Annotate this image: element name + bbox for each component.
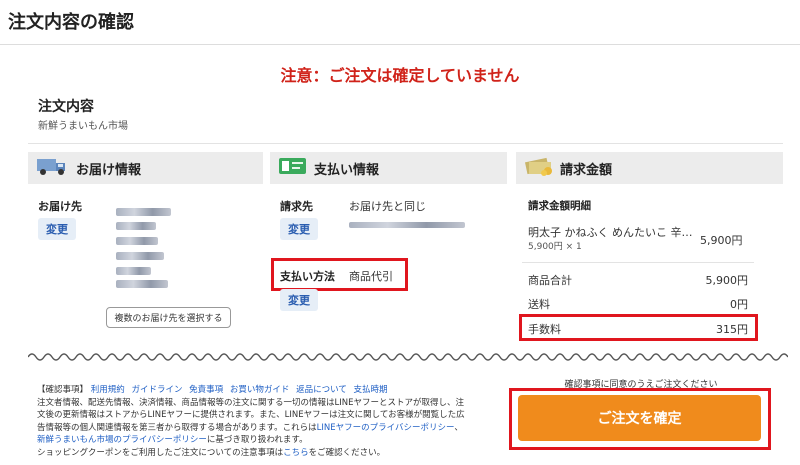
billing-section: 請求金額: [516, 152, 783, 184]
select-multiple-addresses-button[interactable]: 複数のお届け先を選択する: [106, 307, 231, 328]
billing-header: 請求金額: [516, 152, 783, 184]
billing-to-label: 請求先: [280, 200, 313, 213]
payment-section: 支払い情報: [270, 152, 507, 184]
shop-name: 新鮮うまいもん市場: [38, 121, 128, 132]
coupon-notes-link[interactable]: こちら: [283, 448, 309, 458]
shop-privacy-link[interactable]: 新鮮うまいもん市場のプライバシーポリシー: [37, 435, 207, 445]
item-price: 5,900円: [700, 234, 743, 247]
money-icon: [524, 156, 554, 180]
subtotal-label: 商品合計: [528, 274, 572, 287]
billing-divider: [522, 262, 754, 263]
guideline-link[interactable]: ガイドライン: [131, 385, 182, 395]
shipping-label: 送料: [528, 298, 550, 311]
payment-timing-link[interactable]: 支払時期: [354, 385, 388, 395]
notes-line: 新鮮うまいもん市場のプライバシーポリシーに基づき取り扱われます。: [37, 435, 308, 446]
page-title: 注文内容の確認: [8, 12, 134, 33]
billing-to-value: お届け先と同じ: [349, 200, 426, 213]
terms-link[interactable]: 利用規約: [91, 385, 125, 395]
not-confirmed-warning: 注意：ご注文は確定していません: [280, 66, 520, 85]
masked-recipient: [116, 208, 171, 216]
wave-divider: [28, 353, 788, 361]
title-divider: [0, 44, 800, 45]
truck-icon: [36, 156, 70, 180]
masked-address: [116, 222, 156, 230]
notes-heading: 【確認事項】: [37, 385, 89, 395]
delivery-change-button[interactable]: 変更: [38, 218, 76, 240]
billing-detail-heading: 請求金額明細: [528, 200, 591, 212]
item-name: 明太子 かねふく めんたいこ 辛…: [528, 226, 693, 239]
notes-line: 文後の更新情報はストアからLINEヤフーに提供されます。また、LINEヤフーは注…: [37, 410, 465, 421]
masked-email: [349, 222, 465, 228]
notes-line: ショッピングクーポンをご利用したご注文についての注意事項はこちらをご確認ください…: [37, 447, 386, 458]
order-divider: [28, 143, 783, 144]
masked-address: [116, 252, 164, 260]
delivery-address-label: お届け先: [38, 200, 82, 213]
payment-method-highlight: [271, 258, 408, 291]
card-icon: [278, 156, 308, 180]
notes-line: 告情報等の個人関連情報を第三者から取得する場合があります。これらはLINEヤフー…: [37, 422, 463, 433]
shipping-value: 0円: [730, 298, 748, 311]
masked-address: [116, 267, 151, 275]
confirm-order-button[interactable]: ご注文を確定: [518, 395, 761, 441]
item-unit-price: 5,900円 × 1: [528, 242, 582, 252]
billing-header-label: 請求金額: [560, 162, 613, 178]
notes-line: 注文者情報、配送先情報、決済情報、商品情報等の注文に関する一切の情報はLINEヤ…: [37, 397, 464, 408]
delivery-section: お届け情報: [28, 152, 263, 184]
returns-link[interactable]: 返品について: [296, 385, 347, 395]
masked-phone: [116, 280, 168, 288]
delivery-header: お届け情報: [28, 152, 263, 184]
confirmation-notes: 【確認事項】 利用規約 ガイドライン 免責事項 お買い物ガイド 返品について 支…: [37, 384, 492, 460]
payment-method-change-button[interactable]: 変更: [280, 289, 318, 311]
masked-address: [116, 237, 158, 245]
billing-change-button[interactable]: 変更: [280, 218, 318, 240]
shopping-guide-link[interactable]: お買い物ガイド: [230, 385, 290, 395]
subtotal-value: 5,900円: [705, 274, 749, 287]
order-heading: 注文内容: [38, 99, 94, 115]
fee-highlight: [519, 314, 758, 341]
payment-header-label: 支払い情報: [314, 162, 380, 178]
payment-header: 支払い情報: [270, 152, 507, 184]
delivery-header-label: お届け情報: [76, 162, 142, 178]
disclaimer-link[interactable]: 免責事項: [189, 385, 223, 395]
notes-links: 【確認事項】 利用規約 ガイドライン 免責事項 お買い物ガイド 返品について 支…: [37, 384, 492, 397]
lineyahoo-privacy-link[interactable]: LINEヤフーのプライバシーポリシー: [317, 423, 455, 433]
